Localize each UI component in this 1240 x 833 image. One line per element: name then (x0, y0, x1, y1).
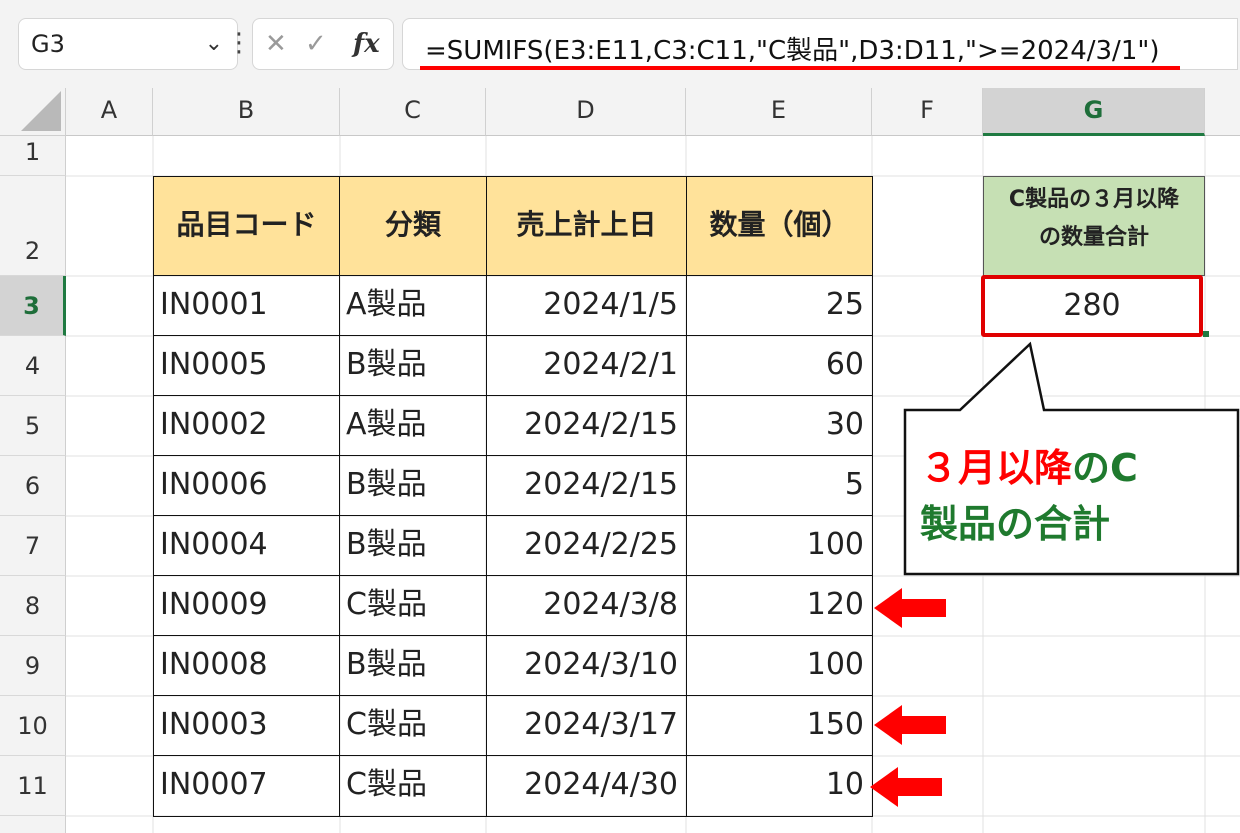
callout-text: ３月以降のC 製品の合計 (920, 440, 1210, 552)
callout-green-text: のC (1072, 446, 1138, 490)
callout-bubble (903, 341, 1240, 576)
callout-red-text: ３月以降 (920, 446, 1073, 490)
callout-green-line: 製品の合計 (920, 502, 1111, 546)
